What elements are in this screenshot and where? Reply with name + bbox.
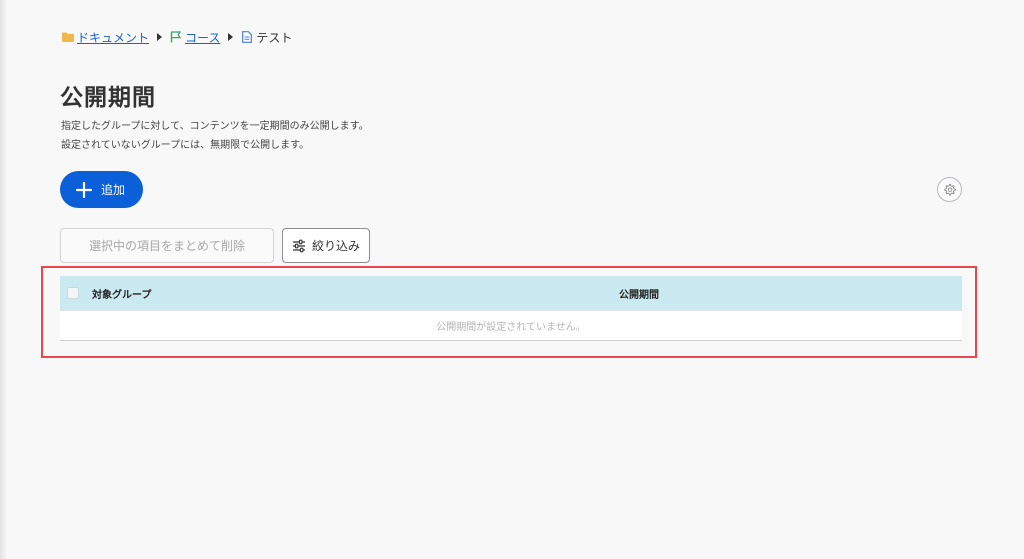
window-left-edge	[0, 0, 6, 559]
highlight-annotation-box	[41, 266, 977, 358]
bulk-delete-button[interactable]: 選択中の項目をまとめて削除	[60, 228, 274, 263]
settings-button[interactable]	[937, 177, 962, 202]
breadcrumb-link-course[interactable]: コース	[185, 29, 220, 46]
breadcrumb-separator-icon	[227, 33, 233, 41]
filter-button-label: 絞り込み	[311, 239, 360, 253]
breadcrumb-item-test: テスト	[240, 29, 292, 46]
breadcrumb: ドキュメント コース テスト	[61, 29, 292, 45]
breadcrumb-separator-icon	[156, 33, 162, 41]
breadcrumb-item-course[interactable]: コース	[169, 29, 220, 46]
page-description-line-2: 設定されていないグループには、無期限で公開します。	[61, 140, 310, 151]
folder-icon	[61, 31, 74, 44]
breadcrumb-current-test: テスト	[256, 30, 293, 45]
document-icon	[240, 31, 253, 44]
breadcrumb-link-documents[interactable]: ドキュメント	[77, 29, 149, 46]
filter-button[interactable]: 絞り込み	[282, 228, 370, 263]
flag-icon	[169, 31, 182, 44]
add-button[interactable]: 追加	[60, 171, 143, 208]
page-description-line-1: 指定したグループに対して、コンテンツを一定期間のみ公開します。	[61, 121, 369, 132]
gear-icon	[943, 183, 956, 196]
sliders-icon	[292, 239, 306, 253]
add-button-label: 追加	[101, 183, 126, 197]
plus-icon	[76, 181, 92, 198]
breadcrumb-item-documents[interactable]: ドキュメント	[61, 29, 149, 46]
page-title: 公開期間	[60, 85, 156, 111]
